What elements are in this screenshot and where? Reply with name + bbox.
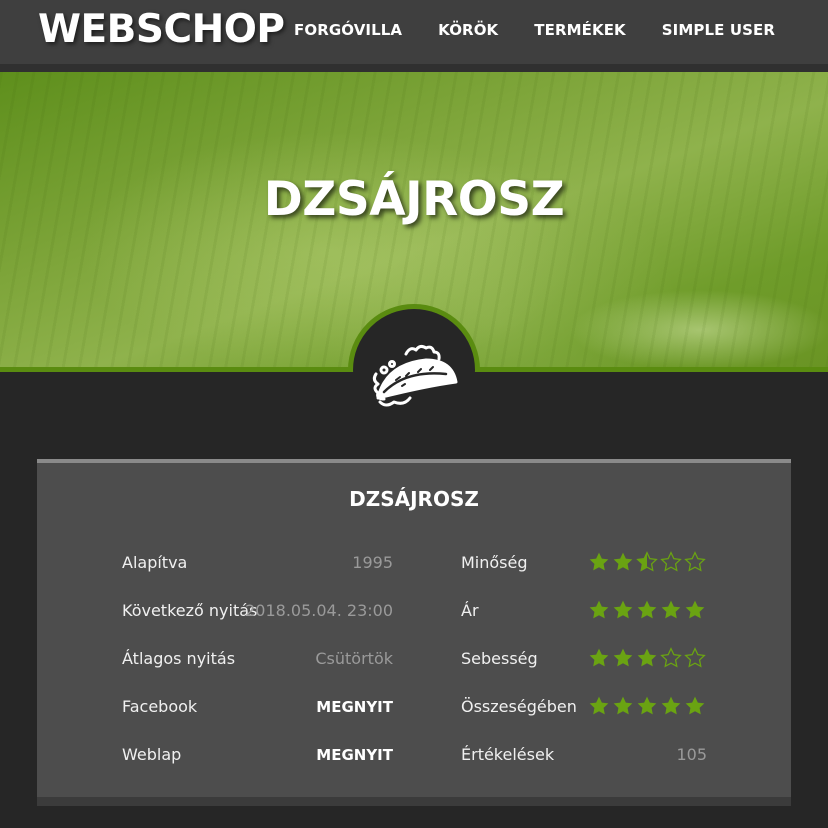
star-full-icon (637, 696, 657, 715)
next-opening-label: Következő nyitás (122, 601, 258, 620)
star-full-icon (589, 552, 609, 571)
price-label: Ár (461, 601, 479, 620)
taco-icon (372, 344, 458, 407)
founded-value: 1995 (352, 553, 393, 572)
website-open-link[interactable]: MEGNYIT (316, 746, 393, 764)
navbar-shadow (0, 64, 828, 72)
star-full-icon (589, 600, 609, 619)
star-full-icon (589, 696, 609, 715)
star-full-icon (613, 600, 633, 619)
star-empty-icon (684, 647, 706, 668)
next-opening-value: 2018.05.04. 23:00 (245, 601, 393, 620)
nav-item-termekek[interactable]: TERMÉKEK (534, 20, 626, 40)
star-full-icon (613, 696, 633, 715)
average-opening-value: Csütörtök (315, 649, 393, 668)
navbar: WEBSCHOP FORGÓVILLA KÖRÖK TERMÉKEK SIMPL… (0, 0, 828, 64)
star-full-icon (685, 600, 705, 619)
nav-item-user-menu[interactable]: SIMPLE USER (662, 20, 775, 40)
star-full-icon (589, 648, 609, 667)
website-label: Weblap (122, 745, 182, 764)
overall-stars (588, 695, 706, 717)
brand-logo[interactable]: WEBSCHOP (38, 6, 285, 54)
nav-item-forgovilla[interactable]: FORGÓVILLA (294, 20, 402, 40)
facebook-label: Facebook (122, 697, 198, 716)
quality-stars (588, 551, 706, 573)
main-nav: FORGÓVILLA KÖRÖK TERMÉKEK SIMPLE USER (294, 20, 775, 40)
restaurant-info-card: DZSÁJROSZ Alapítva 1995 Következő nyitás… (37, 459, 791, 806)
reviews-count: 105 (676, 745, 707, 764)
facebook-open-link[interactable]: MEGNYIT (316, 698, 393, 716)
price-stars (588, 599, 706, 621)
star-half-icon (636, 551, 658, 572)
star-full-icon (661, 696, 681, 715)
founded-label: Alapítva (122, 553, 188, 572)
quality-label: Minőség (461, 553, 528, 572)
hero-title: DZSÁJROSZ (263, 172, 565, 227)
card-footer-bar (37, 797, 791, 806)
star-full-icon (637, 648, 657, 667)
speed-stars (588, 647, 706, 669)
nav-item-korok[interactable]: KÖRÖK (438, 20, 498, 40)
star-full-icon (685, 696, 705, 715)
star-full-icon (613, 552, 633, 571)
star-empty-icon (684, 551, 706, 572)
star-full-icon (613, 648, 633, 667)
star-full-icon (637, 600, 657, 619)
card-title: DZSÁJROSZ (349, 487, 479, 511)
star-empty-icon (660, 647, 682, 668)
star-empty-icon (660, 551, 682, 572)
speed-label: Sebesség (461, 649, 538, 668)
overall-label: Összeségében (461, 697, 577, 716)
average-opening-label: Átlagos nyitás (122, 649, 236, 668)
reviews-label: Értékelések (461, 745, 555, 764)
star-full-icon (661, 600, 681, 619)
